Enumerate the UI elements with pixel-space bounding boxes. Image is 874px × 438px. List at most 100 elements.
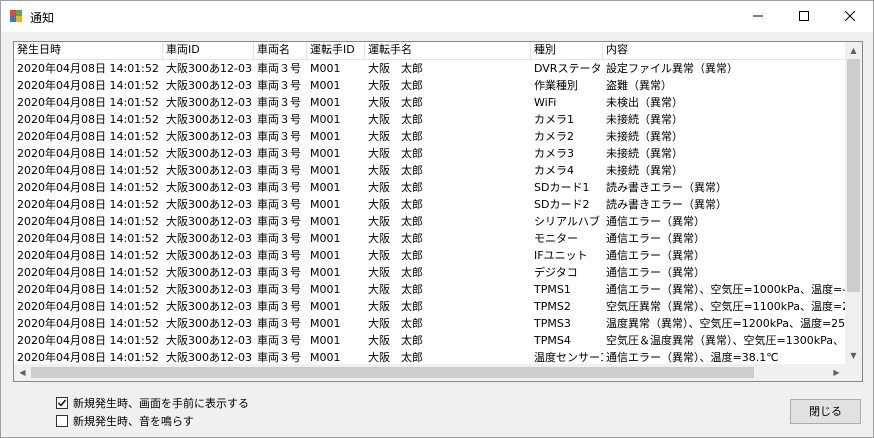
cell-driver-id: M001	[310, 130, 341, 143]
cell-vehicle-name: 車両３号	[257, 283, 301, 296]
cell-datetime: 2020年04月08日 14:01:52	[17, 232, 159, 245]
sound-option[interactable]: 新規発生時、音を鳴らす	[56, 413, 194, 429]
cell-vehicle-id: 大阪300あ12-03	[166, 300, 252, 313]
table-row[interactable]: 2020年04月08日 14:01:52 大阪300あ12-03 車両３号 M001 大…	[14, 145, 845, 162]
cell-content: 空気圧異常（異常）、空気圧=1100kPa、温度=2	[606, 300, 845, 313]
cell-datetime: 2020年04月08日 14:01:52	[17, 317, 159, 330]
cell-driver-id: M001	[310, 334, 341, 347]
cell-driver-id: M001	[310, 283, 341, 296]
cell-datetime: 2020年04月08日 14:01:52	[17, 198, 159, 211]
table-row[interactable]: 2020年04月08日 14:01:52 大阪300あ12-03 車両３号 M001 大…	[14, 264, 845, 281]
cell-driver-name: 大阪 太郎	[368, 181, 423, 194]
cell-datetime: 2020年04月08日 14:01:52	[17, 164, 159, 177]
table-row[interactable]: 2020年04月08日 14:01:52 大阪300あ12-03 車両３号 M001 大…	[14, 315, 845, 332]
cell-driver-id: M001	[310, 181, 341, 194]
scroll-left-icon[interactable]: ◀	[14, 364, 31, 381]
cell-content: 未接続（異常）	[606, 113, 683, 126]
column-header-vehicle-name[interactable]: 車両名	[254, 42, 307, 59]
cell-vehicle-id: 大阪300あ12-03	[166, 266, 252, 279]
minimize-icon	[753, 15, 763, 17]
cell-content: 読み書きエラー（異常）	[606, 181, 727, 194]
sound-checkbox[interactable]	[56, 415, 68, 427]
cell-type: カメラ3	[534, 147, 574, 160]
cell-driver-name: 大阪 太郎	[368, 164, 423, 177]
vertical-scrollbar[interactable]: ▲ ▼	[845, 42, 862, 364]
column-header-driver-id[interactable]: 運転手ID	[307, 42, 365, 59]
cell-type: SDカード1	[534, 181, 590, 194]
table-row[interactable]: 2020年04月08日 14:01:52 大阪300あ12-03 車両３号 M001 大…	[14, 179, 845, 196]
scroll-up-icon[interactable]: ▲	[845, 42, 862, 59]
vertical-scroll-thumb[interactable]	[847, 59, 860, 292]
cell-driver-name: 大阪 太郎	[368, 79, 423, 92]
cell-driver-id: M001	[310, 249, 341, 262]
cell-driver-name: 大阪 太郎	[368, 283, 423, 296]
cell-type: WiFi	[534, 96, 557, 109]
window-title: 通知	[30, 11, 55, 25]
notification-window: 通知 発生日時 車両ID 車両名 運転手ID 運転手名 種別 内容 2020年0…	[0, 0, 874, 438]
cell-content: 通信エラー（異常）	[606, 215, 705, 228]
table-row[interactable]: 2020年04月08日 14:01:52 大阪300あ12-03 車両３号 M001 大…	[14, 349, 845, 365]
cell-driver-name: 大阪 太郎	[368, 351, 423, 364]
table-row[interactable]: 2020年04月08日 14:01:52 大阪300あ12-03 車両３号 M001 大…	[14, 60, 845, 77]
cell-vehicle-name: 車両３号	[257, 130, 301, 143]
table-row[interactable]: 2020年04月08日 14:01:52 大阪300あ12-03 車両３号 M001 大…	[14, 128, 845, 145]
notification-list[interactable]: 発生日時 車両ID 車両名 運転手ID 運転手名 種別 内容 2020年04月0…	[13, 41, 863, 382]
cell-vehicle-name: 車両３号	[257, 147, 301, 160]
cell-vehicle-id: 大阪300あ12-03	[166, 130, 252, 143]
cell-vehicle-name: 車両３号	[257, 181, 301, 194]
minimize-button[interactable]	[735, 1, 781, 31]
check-icon	[58, 399, 67, 407]
scroll-down-icon[interactable]: ▼	[845, 347, 862, 364]
table-row[interactable]: 2020年04月08日 14:01:52 大阪300あ12-03 車両３号 M001 大…	[14, 77, 845, 94]
horizontal-scrollbar[interactable]: ◀ ▶	[14, 364, 845, 381]
table-row[interactable]: 2020年04月08日 14:01:52 大阪300あ12-03 車両３号 M001 大…	[14, 196, 845, 213]
cell-vehicle-name: 車両３号	[257, 334, 301, 347]
horizontal-scroll-thumb[interactable]	[31, 367, 754, 378]
show-front-checkbox[interactable]	[56, 397, 68, 409]
cell-content: 未接続（異常）	[606, 130, 683, 143]
cell-vehicle-id: 大阪300あ12-03	[166, 232, 252, 245]
cell-driver-name: 大阪 太郎	[368, 266, 423, 279]
maximize-button[interactable]	[781, 1, 827, 31]
table-row[interactable]: 2020年04月08日 14:01:52 大阪300あ12-03 車両３号 M001 大…	[14, 332, 845, 349]
cell-content: 通信エラー（異常）、温度=38.1℃	[606, 351, 779, 364]
cell-vehicle-name: 車両３号	[257, 79, 301, 92]
cell-vehicle-name: 車両３号	[257, 317, 301, 330]
column-header-content[interactable]: 内容	[603, 42, 845, 59]
table-row[interactable]: 2020年04月08日 14:01:52 大阪300あ12-03 車両３号 M001 大…	[14, 111, 845, 128]
cell-vehicle-name: 車両３号	[257, 164, 301, 177]
cell-driver-id: M001	[310, 215, 341, 228]
table-row[interactable]: 2020年04月08日 14:01:52 大阪300あ12-03 車両３号 M001 大…	[14, 298, 845, 315]
table-row[interactable]: 2020年04月08日 14:01:52 大阪300あ12-03 車両３号 M001 大…	[14, 94, 845, 111]
table-row[interactable]: 2020年04月08日 14:01:52 大阪300あ12-03 車両３号 M001 大…	[14, 213, 845, 230]
table-row[interactable]: 2020年04月08日 14:01:52 大阪300あ12-03 車両３号 M001 大…	[14, 230, 845, 247]
cell-vehicle-id: 大阪300あ12-03	[166, 351, 252, 364]
cell-driver-name: 大阪 太郎	[368, 317, 423, 330]
column-header-datetime[interactable]: 発生日時	[14, 42, 163, 59]
table-row[interactable]: 2020年04月08日 14:01:52 大阪300あ12-03 車両３号 M001 大…	[14, 281, 845, 298]
scrollbar-corner	[845, 364, 862, 381]
column-header-vehicle-id[interactable]: 車両ID	[163, 42, 254, 59]
cell-datetime: 2020年04月08日 14:01:52	[17, 62, 159, 75]
cell-content: 空気圧＆温度異常（異常）、空気圧=1300kPa、	[606, 334, 844, 347]
cell-content: 通信エラー（異常）	[606, 266, 705, 279]
close-button[interactable]: 閉じる	[790, 399, 861, 424]
scroll-right-icon[interactable]: ▶	[828, 364, 845, 381]
table-row[interactable]: 2020年04月08日 14:01:52 大阪300あ12-03 車両３号 M001 大…	[14, 162, 845, 179]
cell-type: DVRステータス	[534, 62, 603, 75]
cell-vehicle-name: 車両３号	[257, 232, 301, 245]
table-row[interactable]: 2020年04月08日 14:01:52 大阪300あ12-03 車両３号 M001 大…	[14, 247, 845, 264]
cell-vehicle-name: 車両３号	[257, 215, 301, 228]
show-front-option[interactable]: 新規発生時、画面を手前に表示する	[56, 395, 249, 411]
cell-driver-id: M001	[310, 266, 341, 279]
column-header-type[interactable]: 種別	[531, 42, 603, 59]
cell-vehicle-name: 車両３号	[257, 113, 301, 126]
cell-datetime: 2020年04月08日 14:01:52	[17, 300, 159, 313]
cell-content: 読み書きエラー（異常）	[606, 198, 727, 211]
cell-datetime: 2020年04月08日 14:01:52	[17, 79, 159, 92]
title-bar[interactable]: 通知	[1, 1, 873, 32]
cell-content: 盗難（異常）	[606, 79, 672, 92]
cell-datetime: 2020年04月08日 14:01:52	[17, 113, 159, 126]
column-header-driver-name[interactable]: 運転手名	[365, 42, 531, 59]
close-window-button[interactable]	[827, 1, 873, 31]
